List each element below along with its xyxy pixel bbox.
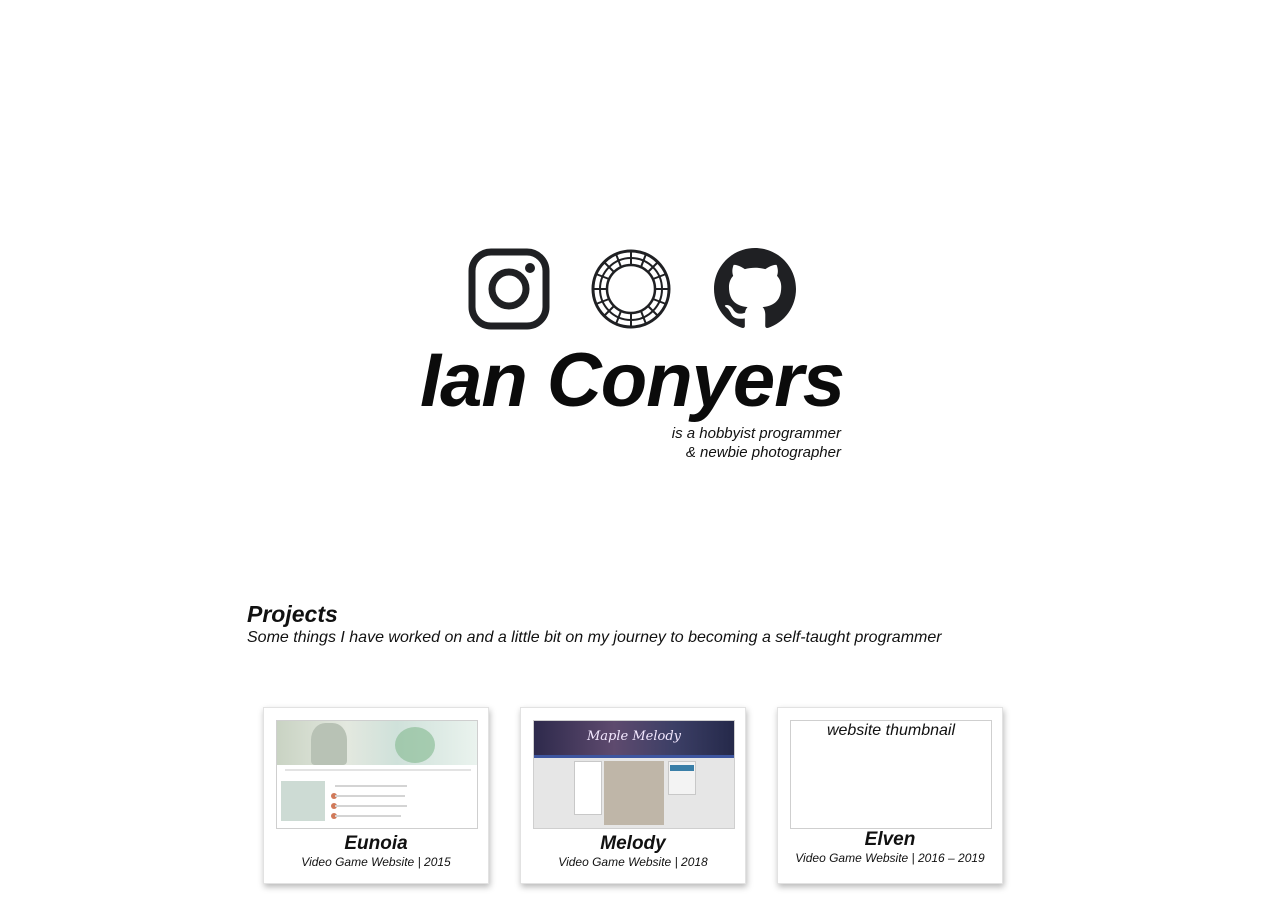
thumbnail-login-box: [281, 781, 325, 821]
project-thumbnail-elven: website thumbnail: [790, 720, 992, 829]
thumbnail-text-line: [335, 815, 401, 817]
instagram-icon: [468, 248, 550, 330]
thumbnail-button: [670, 765, 694, 771]
project-card-eunoia[interactable]: Eunoia Video Game Website | 2015: [263, 707, 489, 884]
vsco-icon: [591, 249, 671, 329]
site-owner-name: Ian Conyers: [420, 338, 845, 423]
github-icon: [714, 248, 796, 328]
tagline-line-2: & newbie photographer: [685, 444, 841, 461]
project-card-elven[interactable]: website thumbnail Elven Video Game Websi…: [777, 707, 1003, 884]
projects-subtitle: Some things I have worked on and a littl…: [247, 629, 942, 646]
project-meta: Video Game Website | 2018: [558, 855, 708, 869]
thumbnail-banner: [277, 721, 477, 765]
tagline-line-1: is a hobbyist programmer: [671, 425, 841, 442]
thumbnail-nav: [285, 769, 471, 771]
project-title: Eunoia: [344, 833, 408, 854]
thumbnail-alt-text: website thumbnail: [826, 722, 956, 739]
project-title: Melody: [600, 833, 666, 854]
social-links: [468, 248, 798, 330]
project-thumbnail-melody: Maple Melody: [533, 720, 735, 829]
github-link[interactable]: [714, 248, 796, 330]
thumbnail-text-line: [335, 785, 407, 787]
tagline: is a hobbyist programmer & newbie photog…: [560, 424, 841, 462]
thumbnail-text-line: [335, 795, 405, 797]
thumbnail-statue: [311, 723, 347, 765]
projects-heading: Projects: [247, 601, 338, 627]
thumbnail-vine: [395, 727, 435, 763]
thumbnail-text-line: [335, 805, 407, 807]
project-thumbnail-eunoia: [276, 720, 478, 829]
project-card-melody[interactable]: Maple Melody Melody Video Game Website |…: [520, 707, 746, 884]
thumbnail-logo-text: Maple Melody: [586, 729, 682, 744]
project-title: Elven: [864, 829, 916, 850]
project-meta: Video Game Website | 2015: [301, 855, 451, 869]
project-meta: Video Game Website | 2016 – 2019: [795, 851, 985, 865]
thumbnail-login-box: [574, 761, 602, 815]
thumbnail-news-image: [604, 761, 664, 825]
vsco-link[interactable]: [590, 248, 672, 330]
instagram-link[interactable]: [468, 248, 550, 330]
